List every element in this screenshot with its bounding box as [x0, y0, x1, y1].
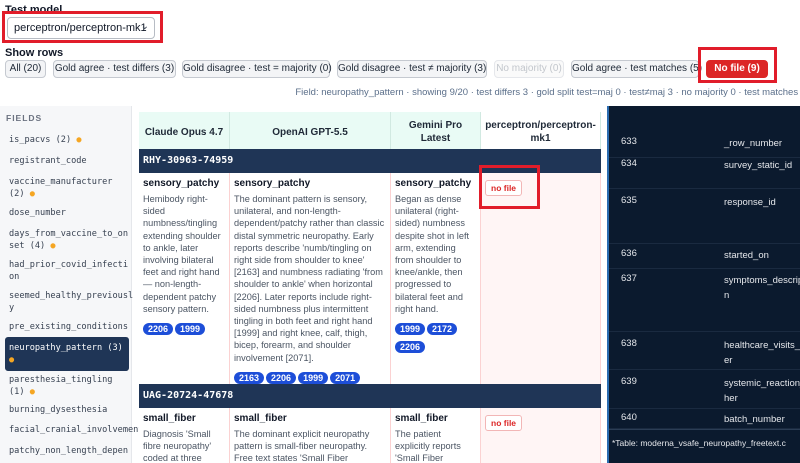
changed-dot-icon: ● [9, 355, 15, 365]
citation-pill[interactable]: 1999 [395, 323, 426, 336]
table-cell: sensory_patchy The dominant pattern is s… [230, 173, 391, 398]
column-header-gpt: OpenAI GPT-5.5 [230, 112, 391, 152]
sidebar-item-days-from-vaccine-to-onset[interactable]: days_from_vaccine_to_on set (4) ● [5, 228, 129, 252]
group-row-header: UAG-20724-47678 [139, 384, 601, 408]
sidebar-item-pre-existing-conditions[interactable]: pre_existing_conditions [5, 321, 129, 333]
source-row[interactable]: 635 response_id [609, 189, 800, 244]
show-rows-label: Show rows [5, 47, 64, 59]
cell-value: sensory_patchy [234, 178, 311, 189]
cell-value: sensory_patchy [395, 178, 472, 189]
column-header-perceptron: perceptron/perceptron-mk1 [481, 112, 601, 152]
sidebar-item-is-pacvs[interactable]: is_pacvs (2) ● [5, 134, 129, 146]
table-source-note: *Table: moderna_vsafe_neuropathy_freetex… [609, 429, 800, 463]
field-summary: Field: neuropathy_pattern · showing 9/20… [295, 87, 800, 98]
filter-chip-no-majority: No majority (0) [494, 60, 564, 78]
table-cell: sensory_patchy Hemibody right-sided numb… [139, 173, 230, 398]
source-row[interactable]: 633 _row_number [609, 128, 800, 158]
filter-chip-no-file[interactable]: No file (9) [706, 60, 768, 78]
filter-chip-gold-agree-test-matches[interactable]: Gold agree · test matches (5) [571, 60, 702, 78]
table-cell: no file [481, 408, 601, 463]
source-row[interactable]: 634 survey_static_id [609, 158, 800, 189]
cell-rationale: The patient explicitly reports 'Small Fi… [395, 429, 461, 463]
citation-pill[interactable]: 2071 [330, 371, 361, 384]
sidebar-item-neuropathy-pattern[interactable]: neuropathy_pattern (3) ● [5, 337, 129, 371]
table-cell: small_fiber The patient explicitly repor… [391, 408, 481, 463]
fields-sidebar: FIELDS is_pacvs (2) ● registrant_code va… [0, 106, 144, 463]
sidebar-item-dose-number[interactable]: dose_number [5, 207, 129, 219]
changed-dot-icon: ● [29, 189, 35, 199]
cell-rationale: Began as dense unilateral (right-sided) … [395, 194, 470, 314]
sidebar-item-patchy-non-length-dependent[interactable]: patchy_non_length_depen [5, 445, 129, 457]
citation-pill[interactable]: 2172 [427, 323, 458, 336]
changed-dot-icon: ● [29, 387, 35, 397]
citation-pill[interactable]: 2206 [266, 371, 297, 384]
sidebar-item-vaccine-manufacturer[interactable]: vaccine_manufacturer (2) ● [5, 176, 129, 200]
sidebar-item-seemed-healthy-previously[interactable]: seemed_healthy_previousl y [5, 290, 133, 314]
changed-dot-icon: ● [76, 135, 82, 145]
source-row[interactable]: 640 batch_number [609, 409, 800, 429]
cell-value: small_fiber [234, 413, 287, 424]
cell-value: small_fiber [395, 413, 448, 424]
citation-pill[interactable]: 1999 [175, 323, 206, 336]
citation-pill[interactable]: 2206 [143, 323, 174, 336]
cell-rationale: Diagnosis 'Small fibre neuropathy' coded… [143, 429, 212, 463]
sidebar-item-burning-dysesthesia[interactable]: burning_dysesthesia [5, 404, 129, 416]
column-header-claude: Claude Opus 4.7 [139, 112, 230, 152]
citation-pill[interactable]: 1999 [298, 371, 329, 384]
sidebar-item-facial-cranial-involvement[interactable]: facial_cranial_involvement [5, 424, 144, 436]
test-model-select[interactable]: perceptron/perceptron-mk1 ⌄ [7, 17, 155, 39]
table-cell: sensory_patchy Began as dense unilateral… [391, 173, 481, 398]
highlight-box-no-file-cell [479, 165, 540, 209]
comparison-table: Claude Opus 4.7 OpenAI GPT-5.5 Gemini Pr… [139, 106, 601, 463]
cell-rationale: The dominant explicit neuropathy pattern… [234, 429, 370, 463]
test-model-value: perceptron/perceptron-mk1 [14, 22, 147, 34]
source-row[interactable]: 638 healthcare_visits_c er [609, 332, 800, 370]
source-row[interactable]: 637 symptoms_descrip n [609, 269, 800, 332]
source-row[interactable]: 639 systemic_reaction_ her [609, 370, 800, 409]
column-header-gemini: Gemini Pro Latest [391, 112, 481, 152]
changed-dot-icon: ● [50, 241, 56, 251]
table-cell: small_fiber Diagnosis 'Small fibre neuro… [139, 408, 230, 463]
citation-list: 1999 21722206 [395, 319, 476, 355]
chevron-down-icon: ⌄ [140, 21, 149, 32]
citation-list: 2206 1999 [143, 319, 225, 337]
citation-pill[interactable]: 2206 [395, 341, 426, 354]
filter-chip-gold-disagree-test-majority[interactable]: Gold disagree · test = majority (0) [182, 60, 332, 78]
source-row-panel: 633 _row_number 634 survey_static_id 635 re… [607, 106, 800, 463]
fields-heading: FIELDS [6, 113, 43, 123]
sidebar-item-paresthesia-tingling[interactable]: paresthesia_tingling (1) ● [5, 374, 129, 398]
source-row[interactable]: 636 started_on [609, 244, 800, 269]
citation-pill[interactable]: 2163 [234, 371, 265, 384]
filter-chip-all[interactable]: All (20) [5, 60, 46, 78]
sidebar-item-registrant-code[interactable]: registrant_code [5, 155, 129, 167]
table-cell: small_fiber The dominant explicit neurop… [230, 408, 391, 463]
filter-chip-gold-agree-test-differs[interactable]: Gold agree · test differs (3) [53, 60, 176, 78]
cell-rationale: The dominant pattern is sensory, unilate… [234, 194, 385, 363]
no-file-badge: no file [485, 415, 523, 431]
cell-rationale: Hemibody right-sided numbness/tingling e… [143, 194, 221, 314]
filter-chip-gold-disagree-test-not-majority[interactable]: Gold disagree · test ≠ majority (3) [337, 60, 487, 78]
table-header: Claude Opus 4.7 OpenAI GPT-5.5 Gemini Pr… [139, 112, 601, 152]
sidebar-item-had-prior-covid-infection[interactable]: had_prior_covid_infecti on [5, 259, 129, 283]
cell-value: sensory_patchy [143, 178, 220, 189]
cell-value: small_fiber [143, 413, 196, 424]
